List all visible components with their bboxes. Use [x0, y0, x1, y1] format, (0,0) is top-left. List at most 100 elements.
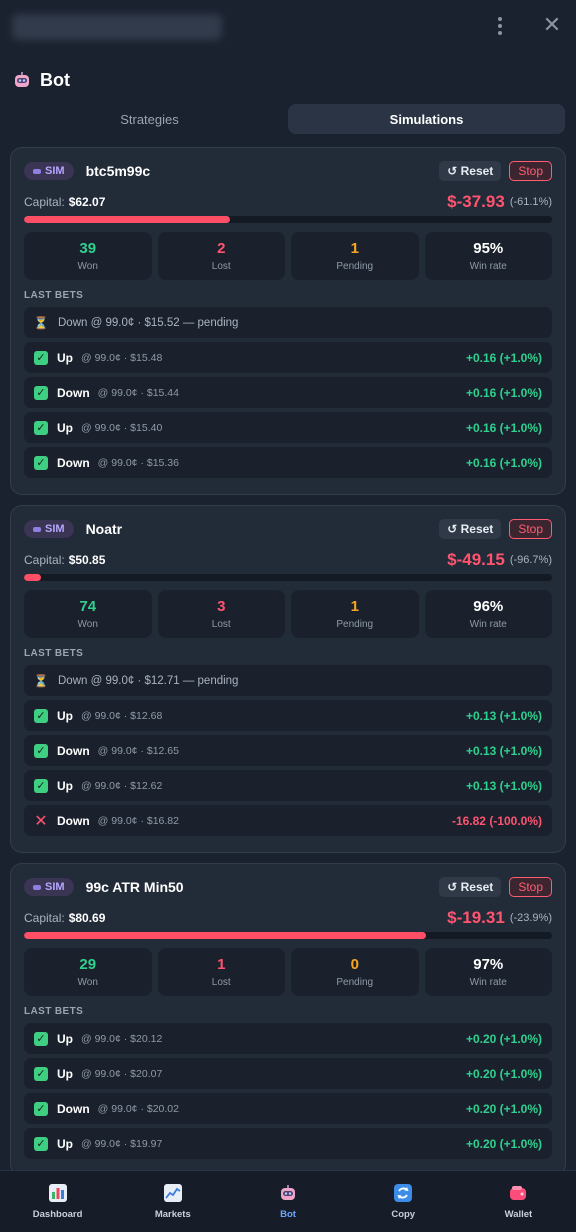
- more-options-icon[interactable]: [488, 14, 512, 38]
- stat-value: 96%: [473, 598, 504, 615]
- nav-bot[interactable]: Bot: [230, 1171, 345, 1232]
- nav-label: Dashboard: [32, 1209, 83, 1220]
- bet-row: ✓ Up @ 99.0¢ · $20.12 +0.20 (+1.0%): [24, 1023, 552, 1054]
- bet-pending-text: Down @ 99.0¢ · $12.71 — pending: [58, 674, 239, 687]
- bot-header: Bot: [0, 56, 576, 104]
- stat-label: Lost: [211, 261, 231, 272]
- cross-icon: ✕: [34, 812, 48, 830]
- bet-row: ✓ Up @ 99.0¢ · $12.62 +0.13 (+1.0%): [24, 770, 552, 801]
- bet-side: Up: [57, 420, 73, 435]
- stat-value: 1: [350, 598, 359, 615]
- nav-wallet[interactable]: Wallet: [461, 1171, 576, 1232]
- stats-grid: 39 Won 2 Lost 1 Pending 95% Win rate: [24, 232, 552, 280]
- sim-badge-icon: [33, 168, 41, 174]
- checkmark-icon: ✓: [34, 455, 48, 470]
- stat-value: 1: [217, 956, 226, 973]
- stat-label: Pending: [336, 261, 374, 272]
- bet-detail: @ 99.0¢ · $12.68: [81, 709, 163, 722]
- bet-side: Down: [57, 1101, 90, 1116]
- bet-detail: @ 99.0¢ · $20.12: [81, 1032, 163, 1045]
- stat-win-rate: 97% Win rate: [424, 948, 552, 996]
- page-title: Bot: [40, 69, 70, 90]
- bet-detail: @ 99.0¢ · $15.40: [81, 421, 163, 434]
- capital-progress-fill: [24, 216, 230, 223]
- stop-button[interactable]: Stop: [509, 519, 552, 539]
- capital-progress-bar: [24, 216, 552, 223]
- stat-label: Pending: [336, 977, 374, 988]
- capital-progress-bar: [24, 932, 552, 939]
- sim-badge-icon: [33, 526, 41, 532]
- reset-button[interactable]: ↺ Reset: [439, 519, 502, 539]
- bet-detail: @ 99.0¢ · $15.44: [97, 386, 179, 399]
- bet-row: ✕ Down @ 99.0¢ · $16.82 -16.82 (-100.0%): [24, 805, 552, 836]
- bet-side: Up: [57, 708, 73, 723]
- close-icon[interactable]: ✕: [540, 12, 564, 38]
- bet-detail: @ 99.0¢ · $15.36: [97, 456, 179, 469]
- card-header: SIM btc5m99c ↺ Reset Stop: [24, 160, 552, 182]
- stat-value: 2: [217, 240, 226, 257]
- tab-strategies[interactable]: Strategies: [11, 104, 288, 134]
- bet-result: +0.20 (+1.0%): [465, 1066, 542, 1081]
- nav-label: Copy: [391, 1209, 416, 1220]
- checkmark-icon: ✓: [34, 350, 48, 365]
- nav-dashboard[interactable]: Dashboard: [0, 1171, 115, 1232]
- pnl-value: $-49.15: [447, 550, 505, 569]
- reset-button[interactable]: ↺ Reset: [439, 877, 502, 897]
- nav-label: Wallet: [504, 1209, 533, 1220]
- bet-detail: @ 99.0¢ · $20.02: [97, 1102, 179, 1115]
- card-header: SIM Noatr ↺ Reset Stop: [24, 518, 552, 540]
- tab-simulations[interactable]: Simulations: [288, 104, 565, 134]
- simulation-name: 99c ATR Min50: [85, 879, 184, 895]
- bet-row: ✓ Down @ 99.0¢ · $20.02 +0.20 (+1.0%): [24, 1093, 552, 1124]
- stop-button[interactable]: Stop: [509, 161, 552, 181]
- stat-label: Won: [77, 619, 98, 630]
- bet-result: +0.13 (+1.0%): [465, 778, 542, 793]
- stat-won: 74 Won: [24, 590, 152, 638]
- capital-row: Capital: $62.07 $-37.93 (-61.1%): [24, 191, 552, 213]
- capital-row: Capital: $50.85 $-49.15 (-96.7%): [24, 549, 552, 571]
- bet-row: ✓ Down @ 99.0¢ · $15.36 +0.16 (+1.0%): [24, 447, 552, 478]
- bet-side: Up: [57, 350, 73, 365]
- simulation-card: SIM Noatr ↺ Reset Stop Capital: $50.85 $-49.15…: [10, 505, 566, 853]
- bet-side: Up: [57, 1031, 73, 1046]
- bet-result: +0.20 (+1.0%): [465, 1101, 542, 1116]
- stat-pending: 1 Pending: [291, 590, 419, 638]
- stat-value: 39: [79, 240, 97, 257]
- capital-label: Capital:: [24, 553, 65, 567]
- stats-grid: 74 Won 3 Lost 1 Pending 96% Win rate: [24, 590, 552, 638]
- checkmark-icon: ✓: [34, 1031, 48, 1046]
- stat-label: Won: [77, 261, 98, 272]
- reset-button[interactable]: ↺ Reset: [439, 161, 502, 181]
- bet-detail: @ 99.0¢ · $20.07: [81, 1067, 163, 1080]
- checkmark-icon: ✓: [34, 1066, 48, 1081]
- checkmark-icon: ✓: [34, 778, 48, 793]
- bet-result: +0.13 (+1.0%): [465, 743, 542, 758]
- bet-row: ⏳ Down @ 99.0¢ · $15.52 — pending: [24, 307, 552, 338]
- nav-label: Markets: [154, 1209, 191, 1220]
- bet-pending-text: Down @ 99.0¢ · $15.52 — pending: [58, 316, 239, 329]
- stat-label: Win rate: [469, 977, 507, 988]
- pnl-percent: (-61.1%): [509, 196, 552, 208]
- simulation-card: SIM btc5m99c ↺ Reset Stop Capital: $62.07 $-37…: [10, 147, 566, 495]
- sim-badge-label: SIM: [45, 165, 65, 177]
- nav-markets[interactable]: Markets: [115, 1171, 230, 1232]
- hourglass-icon: ⏳: [33, 315, 49, 330]
- checkmark-icon: ✓: [34, 420, 48, 435]
- stat-value: 97%: [473, 956, 504, 973]
- tab-bar: Strategies Simulations: [11, 104, 565, 134]
- checkmark-icon: ✓: [34, 385, 48, 400]
- last-bets-heading: LAST BETS: [24, 648, 84, 659]
- bet-row: ✓ Down @ 99.0¢ · $15.44 +0.16 (+1.0%): [24, 377, 552, 408]
- bar-chart-icon: [48, 1183, 68, 1203]
- stat-win-rate: 95% Win rate: [424, 232, 552, 280]
- stat-pending: 1 Pending: [291, 232, 419, 280]
- bet-side: Down: [57, 813, 90, 828]
- stat-label: Pending: [336, 619, 374, 630]
- sim-badge-label: SIM: [45, 523, 65, 535]
- stop-button[interactable]: Stop: [509, 877, 552, 897]
- pnl-value: $-19.31: [447, 908, 505, 927]
- bet-detail: @ 99.0¢ · $16.82: [97, 814, 179, 827]
- top-bar: ✕: [0, 0, 576, 56]
- stat-label: Lost: [211, 977, 231, 988]
- nav-copy[interactable]: Copy: [346, 1171, 461, 1232]
